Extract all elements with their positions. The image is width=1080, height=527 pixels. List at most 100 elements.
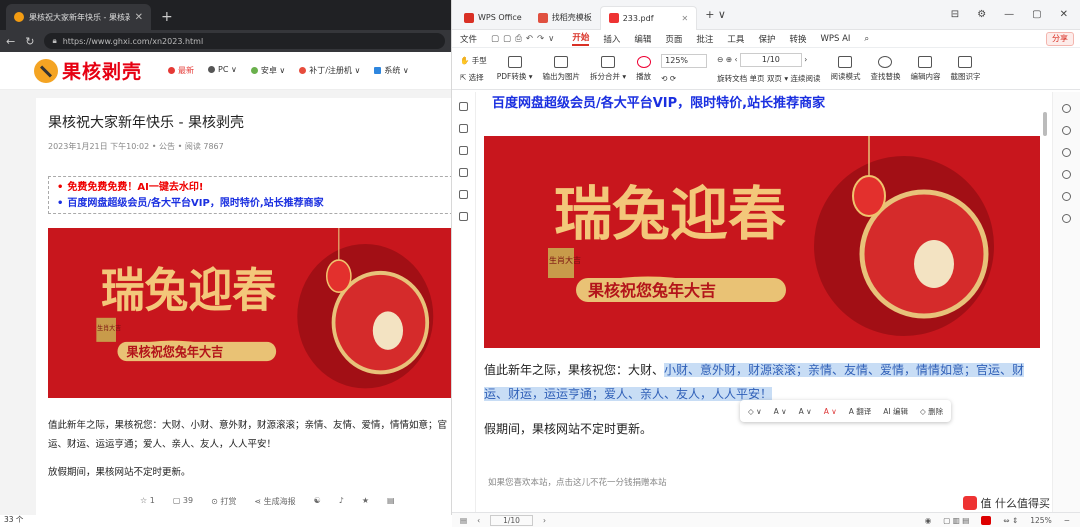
menu-edit[interactable]: 编辑 bbox=[634, 33, 651, 45]
menu-insert[interactable]: 插入 bbox=[603, 33, 620, 45]
translate-tool[interactable]: A 翻译 bbox=[849, 406, 872, 417]
fit-icons[interactable]: ⇔ ⇕ bbox=[1003, 516, 1018, 525]
pdf-file-icon bbox=[608, 13, 619, 23]
browser-tab-active[interactable]: 果核祝大家新年快乐 - 果核剥壳 ✕ bbox=[6, 4, 151, 30]
wps-tab-home[interactable]: WPS Office bbox=[456, 6, 530, 30]
list-icon[interactable]: ▤ bbox=[387, 496, 395, 507]
split-merge-button[interactable]: 拆分合并 ▾ bbox=[590, 55, 626, 82]
prev-page-icon[interactable]: ‹ bbox=[477, 516, 480, 525]
promo-link-vip[interactable]: 百度网盘超级会员/各大平台VIP，限时特价,站长推荐商家 bbox=[57, 196, 451, 212]
single-page-button[interactable]: 单页 bbox=[750, 74, 765, 83]
wps-tab-pdf[interactable]: 233.pdf ✕ bbox=[599, 5, 698, 30]
nav-pc[interactable]: PC ∨ bbox=[208, 65, 237, 76]
browser-tabbar: 果核祝大家新年快乐 - 果核剥壳 ✕ + bbox=[0, 0, 451, 30]
nav-patch[interactable]: 补丁/注册机 ∨ bbox=[299, 65, 360, 76]
menu-wps-ai[interactable]: WPS AI bbox=[820, 34, 850, 44]
pdf-body-text[interactable]: 值此新年之际，果核祝您：大财、小财、意外财，财源滚滚；亲情、友情、爱情，情情如意… bbox=[484, 358, 1040, 406]
minimize-icon[interactable]: — bbox=[1004, 9, 1014, 20]
settings-icon[interactable]: ⚙ bbox=[977, 9, 986, 20]
layers-icon[interactable] bbox=[459, 212, 468, 221]
zoom-out-icon[interactable]: − bbox=[1064, 516, 1070, 525]
pdf-convert-button[interactable]: PDF转换 ▾ bbox=[497, 55, 533, 82]
underline-tool[interactable]: A ∨ bbox=[799, 407, 812, 416]
bell-icon[interactable]: ♪ bbox=[339, 496, 344, 507]
tip-button[interactable]: ⊙ 打赏 bbox=[211, 496, 236, 507]
poster-button[interactable]: ⋖ 生成海报 bbox=[254, 496, 295, 507]
delete-tool[interactable]: ◇ 删除 bbox=[920, 406, 943, 417]
wps-ai-icon[interactable] bbox=[1062, 104, 1071, 113]
wps-new-tab-button[interactable]: + ∨ bbox=[705, 8, 726, 21]
weibo-icon[interactable]: ☯ bbox=[314, 496, 321, 507]
nav-system[interactable]: 系统 ∨ bbox=[374, 65, 409, 76]
comment-icon[interactable] bbox=[459, 146, 468, 155]
quick-access-icons[interactable]: ▢▢⎙↶↷∨ bbox=[491, 34, 558, 44]
url-field[interactable]: 🔒︎ https://www.ghxi.com/xn2023.html bbox=[44, 33, 445, 49]
new-tab-button[interactable]: + bbox=[161, 9, 173, 25]
text-color-tool[interactable]: A ∨ bbox=[774, 407, 787, 416]
menu-file[interactable]: 文件 bbox=[460, 33, 477, 45]
star-button[interactable]: ☆ 1 bbox=[140, 496, 155, 507]
double-page-button[interactable]: 双页 ▾ bbox=[767, 74, 788, 83]
read-mode-button[interactable]: 阅读模式 bbox=[830, 55, 860, 82]
close-window-icon[interactable]: ✕ bbox=[1060, 9, 1068, 20]
signature-icon[interactable] bbox=[459, 190, 468, 199]
menu-page[interactable]: 页面 bbox=[665, 33, 682, 45]
wps-tab-pdf-label: 233.pdf bbox=[622, 13, 654, 23]
adjust-icon[interactable] bbox=[1062, 148, 1071, 157]
rotate-doc-button[interactable]: 旋转文档 bbox=[717, 74, 747, 83]
site-logo[interactable]: 果核剥壳 bbox=[34, 57, 142, 84]
select-tool-button[interactable]: ⇱ 选择 bbox=[460, 72, 487, 83]
play-button[interactable]: 播放 bbox=[636, 55, 651, 82]
view-mode-icons[interactable]: ▢ ▥ ▤ bbox=[943, 516, 969, 525]
nav-android[interactable]: 安卓 ∨ bbox=[250, 65, 285, 76]
sidebar-toggle-icon[interactable]: ▤ bbox=[460, 516, 467, 525]
ai-edit-tool[interactable]: AI 编辑 bbox=[883, 406, 908, 417]
status-zoom[interactable]: 125% bbox=[1030, 516, 1051, 525]
share-side-icon[interactable] bbox=[1062, 214, 1071, 223]
hand-tool-button[interactable]: ✋ 手型 bbox=[460, 55, 487, 66]
menu-tools[interactable]: 工具 bbox=[727, 33, 744, 45]
search-side-icon[interactable] bbox=[1062, 126, 1071, 135]
scroll-thumb[interactable] bbox=[1043, 112, 1047, 136]
screenshot-ocr-button[interactable]: 截图识字 bbox=[950, 55, 980, 82]
back-icon[interactable]: ← bbox=[6, 35, 15, 48]
help-icon[interactable] bbox=[1062, 192, 1071, 201]
play-slide-icon[interactable] bbox=[981, 515, 992, 525]
favorite-icon[interactable]: ★ bbox=[362, 496, 369, 507]
strikethrough-tool[interactable]: A ∨ bbox=[824, 407, 837, 416]
eye-icon[interactable]: ◉ bbox=[925, 516, 932, 525]
bookmark-icon[interactable] bbox=[459, 102, 468, 111]
nav-latest[interactable]: 最新 bbox=[168, 65, 194, 76]
wps-window: WPS Office 找稻壳模板 233.pdf ✕ + ∨ ⊟ ⚙ — ▢ ✕… bbox=[452, 0, 1080, 527]
edit-content-label: 编辑内容 bbox=[910, 71, 941, 81]
find-replace-button[interactable]: 查找替换 bbox=[870, 55, 900, 82]
menu-convert[interactable]: 转换 bbox=[789, 33, 806, 45]
maximize-icon[interactable]: ▢ bbox=[1032, 9, 1041, 20]
reload-icon[interactable]: ↻ bbox=[25, 35, 34, 48]
highlight-tool[interactable]: ◇ ∨ bbox=[748, 407, 762, 416]
next-page-icon[interactable]: › bbox=[543, 516, 546, 525]
translate-side-icon[interactable] bbox=[1062, 170, 1071, 179]
attachment-icon[interactable] bbox=[459, 168, 468, 177]
page-input[interactable]: 1/10 bbox=[739, 53, 802, 67]
export-image-button[interactable]: 输出为图片 bbox=[543, 55, 580, 82]
zoom-select[interactable]: 125% bbox=[661, 54, 708, 68]
search-icon[interactable]: ⌕ bbox=[864, 34, 869, 44]
status-page-input[interactable]: 1/10 bbox=[490, 514, 533, 526]
comment-button[interactable]: ▢ 39 bbox=[173, 496, 193, 507]
ocr-icon bbox=[958, 55, 973, 68]
share-button[interactable]: 分享 bbox=[1046, 31, 1074, 46]
wps-tab-templates[interactable]: 找稻壳模板 bbox=[530, 6, 600, 30]
thumbnail-icon[interactable] bbox=[459, 124, 468, 133]
vertical-scrollbar[interactable] bbox=[1042, 92, 1050, 512]
rotate-icons[interactable]: ⟲ ⟳ bbox=[661, 74, 707, 83]
menu-home[interactable]: 开始 bbox=[572, 31, 590, 46]
menu-annotate[interactable]: 批注 bbox=[696, 33, 713, 45]
layout-icon[interactable]: ⊟ bbox=[951, 9, 959, 20]
edit-content-button[interactable]: 编辑内容 bbox=[910, 55, 941, 82]
continuous-read-button[interactable]: 连续阅读 bbox=[790, 74, 820, 83]
menu-protect[interactable]: 保护 bbox=[758, 33, 775, 45]
close-tab-icon[interactable]: ✕ bbox=[135, 12, 143, 23]
promo-link-watermark[interactable]: 免费免费免费！AI一键去水印! bbox=[57, 180, 451, 196]
close-pdf-tab-icon[interactable]: ✕ bbox=[682, 14, 689, 23]
